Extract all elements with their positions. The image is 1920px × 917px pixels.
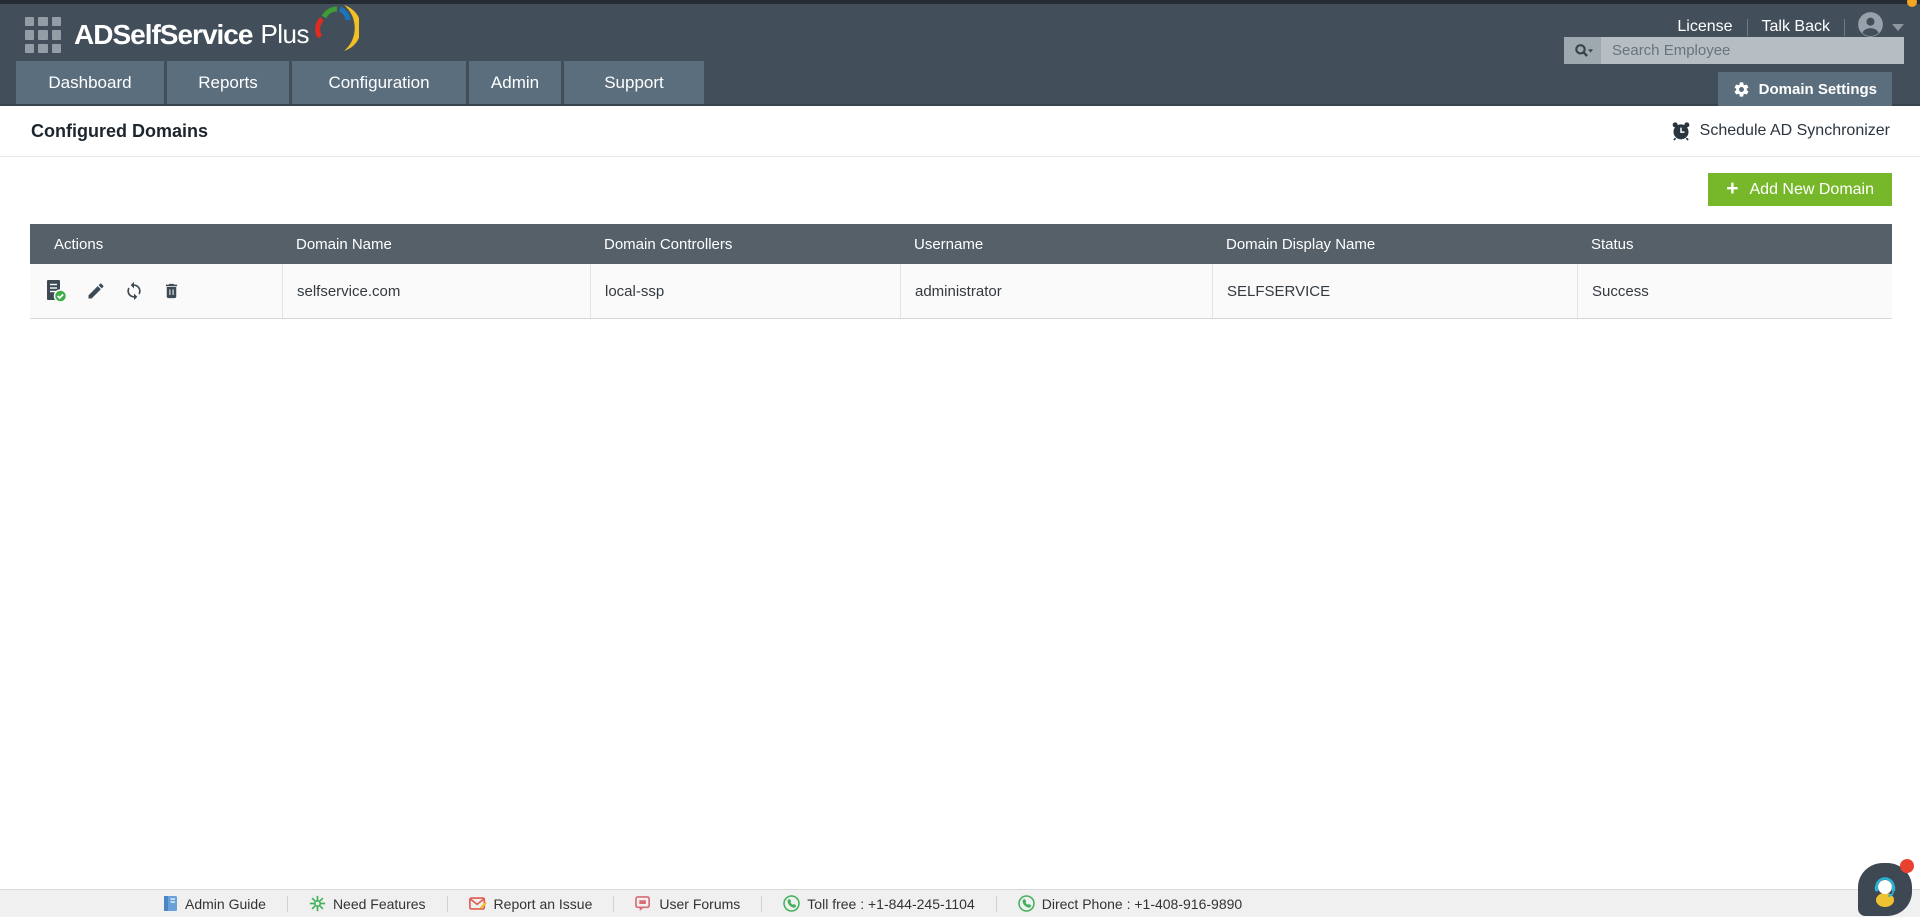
- schedule-link-label: Schedule AD Synchronizer: [1699, 122, 1890, 139]
- plus-icon: +: [1726, 177, 1739, 200]
- cell-status: Success: [1577, 264, 1892, 318]
- toll-free-number[interactable]: Toll free : +1-844-245-1104: [762, 895, 995, 912]
- cell-username: administrator: [900, 264, 1212, 318]
- direct-phone-number[interactable]: Direct Phone : +1-408-916-9890: [997, 895, 1263, 912]
- chat-bubble-icon: [635, 895, 651, 911]
- admin-guide-link[interactable]: Admin Guide: [142, 895, 287, 912]
- divider: [1844, 18, 1845, 36]
- admin-guide-label: Admin Guide: [185, 895, 266, 912]
- employee-search: [1564, 37, 1904, 64]
- support-agent-icon: [1874, 876, 1896, 907]
- footer-bar: Admin Guide Need Features Report an Issu…: [0, 889, 1920, 917]
- search-scope-button[interactable]: [1564, 37, 1601, 64]
- live-chat-button[interactable]: [1858, 859, 1914, 916]
- brand-logo: ADSelfService Plus: [74, 5, 362, 59]
- report-issue-label: Report an Issue: [493, 895, 593, 912]
- sync-icon[interactable]: [124, 281, 144, 301]
- report-issue-link[interactable]: Report an Issue: [448, 896, 614, 912]
- row-actions: [30, 264, 282, 318]
- toll-free-label: Toll free : +1-844-245-1104: [807, 895, 975, 912]
- cell-domain-name: selfservice.com: [282, 264, 590, 318]
- chat-notification-dot: [1900, 859, 1914, 873]
- app-grid-icon[interactable]: [25, 17, 61, 53]
- delete-icon[interactable]: [162, 281, 181, 301]
- brand-name-light: Plus: [260, 19, 310, 49]
- gear-icon: [1734, 81, 1749, 97]
- envelope-icon: [468, 897, 487, 910]
- tab-dashboard[interactable]: Dashboard: [16, 61, 164, 104]
- page-title: Configured Domains: [31, 120, 209, 141]
- table-row: selfservice.com local-ssp administrator …: [30, 264, 1892, 319]
- cell-domain-controllers: local-ssp: [590, 264, 900, 318]
- need-features-link[interactable]: Need Features: [288, 895, 447, 912]
- tab-support[interactable]: Support: [564, 61, 704, 104]
- book-icon: [164, 896, 177, 911]
- brand-name-bold: ADSelfService: [74, 18, 253, 50]
- domain-settings-label: Domain Settings: [1758, 80, 1877, 98]
- talk-back-link[interactable]: Talk Back: [1748, 18, 1844, 36]
- user-forums-link[interactable]: User Forums: [614, 896, 761, 912]
- app-header: ADSelfService Plus License Talk Back Sea…: [0, 4, 1920, 106]
- phone-icon: [783, 895, 801, 912]
- col-domain-controllers: Domain Controllers: [604, 235, 733, 253]
- main-nav-tabs: Dashboard Reports Configuration Admin Su…: [16, 61, 704, 104]
- user-forums-label: User Forums: [659, 895, 741, 912]
- schedule-ad-synchronizer-link[interactable]: Schedule AD Synchronizer: [1671, 121, 1890, 141]
- alarm-clock-icon: [1672, 122, 1690, 141]
- edit-icon[interactable]: [86, 281, 106, 301]
- tab-admin[interactable]: Admin: [469, 61, 561, 104]
- tab-reports[interactable]: Reports: [167, 61, 289, 104]
- search-input[interactable]: [1601, 37, 1904, 64]
- col-actions: Actions: [54, 235, 104, 253]
- col-username: Username: [914, 235, 984, 253]
- table-header-row: Actions Domain Name Domain Controllers U…: [30, 224, 1892, 264]
- col-status: Status: [1591, 235, 1634, 253]
- col-display-name: Domain Display Name: [1226, 235, 1376, 253]
- domain-details-verified-icon[interactable]: [45, 279, 68, 303]
- license-link[interactable]: License: [1663, 18, 1746, 36]
- phone-icon: [1018, 895, 1035, 912]
- col-domain-name: Domain Name: [296, 235, 392, 253]
- need-features-label: Need Features: [332, 895, 426, 912]
- cell-display-name: SELFSERVICE: [1212, 264, 1577, 318]
- add-new-domain-button[interactable]: + Add New Domain: [1708, 173, 1892, 206]
- configured-domains-table: Actions Domain Name Domain Controllers U…: [30, 224, 1892, 319]
- manageengine-arc-icon: [307, 2, 362, 59]
- domain-settings-button[interactable]: Domain Settings: [1717, 72, 1892, 106]
- add-button-label: Add New Domain: [1749, 180, 1875, 198]
- chevron-down-icon: [1892, 23, 1904, 31]
- page-header-bar: Configured Domains Schedule AD Synchroni…: [0, 106, 1920, 157]
- tab-configuration[interactable]: Configuration: [292, 61, 466, 104]
- direct-phone-label: Direct Phone : +1-408-916-9890: [1041, 895, 1243, 912]
- table-toolbar: + Add New Domain: [0, 157, 1920, 224]
- sparkle-gear-icon: [309, 895, 326, 912]
- search-icon: [1574, 43, 1593, 57]
